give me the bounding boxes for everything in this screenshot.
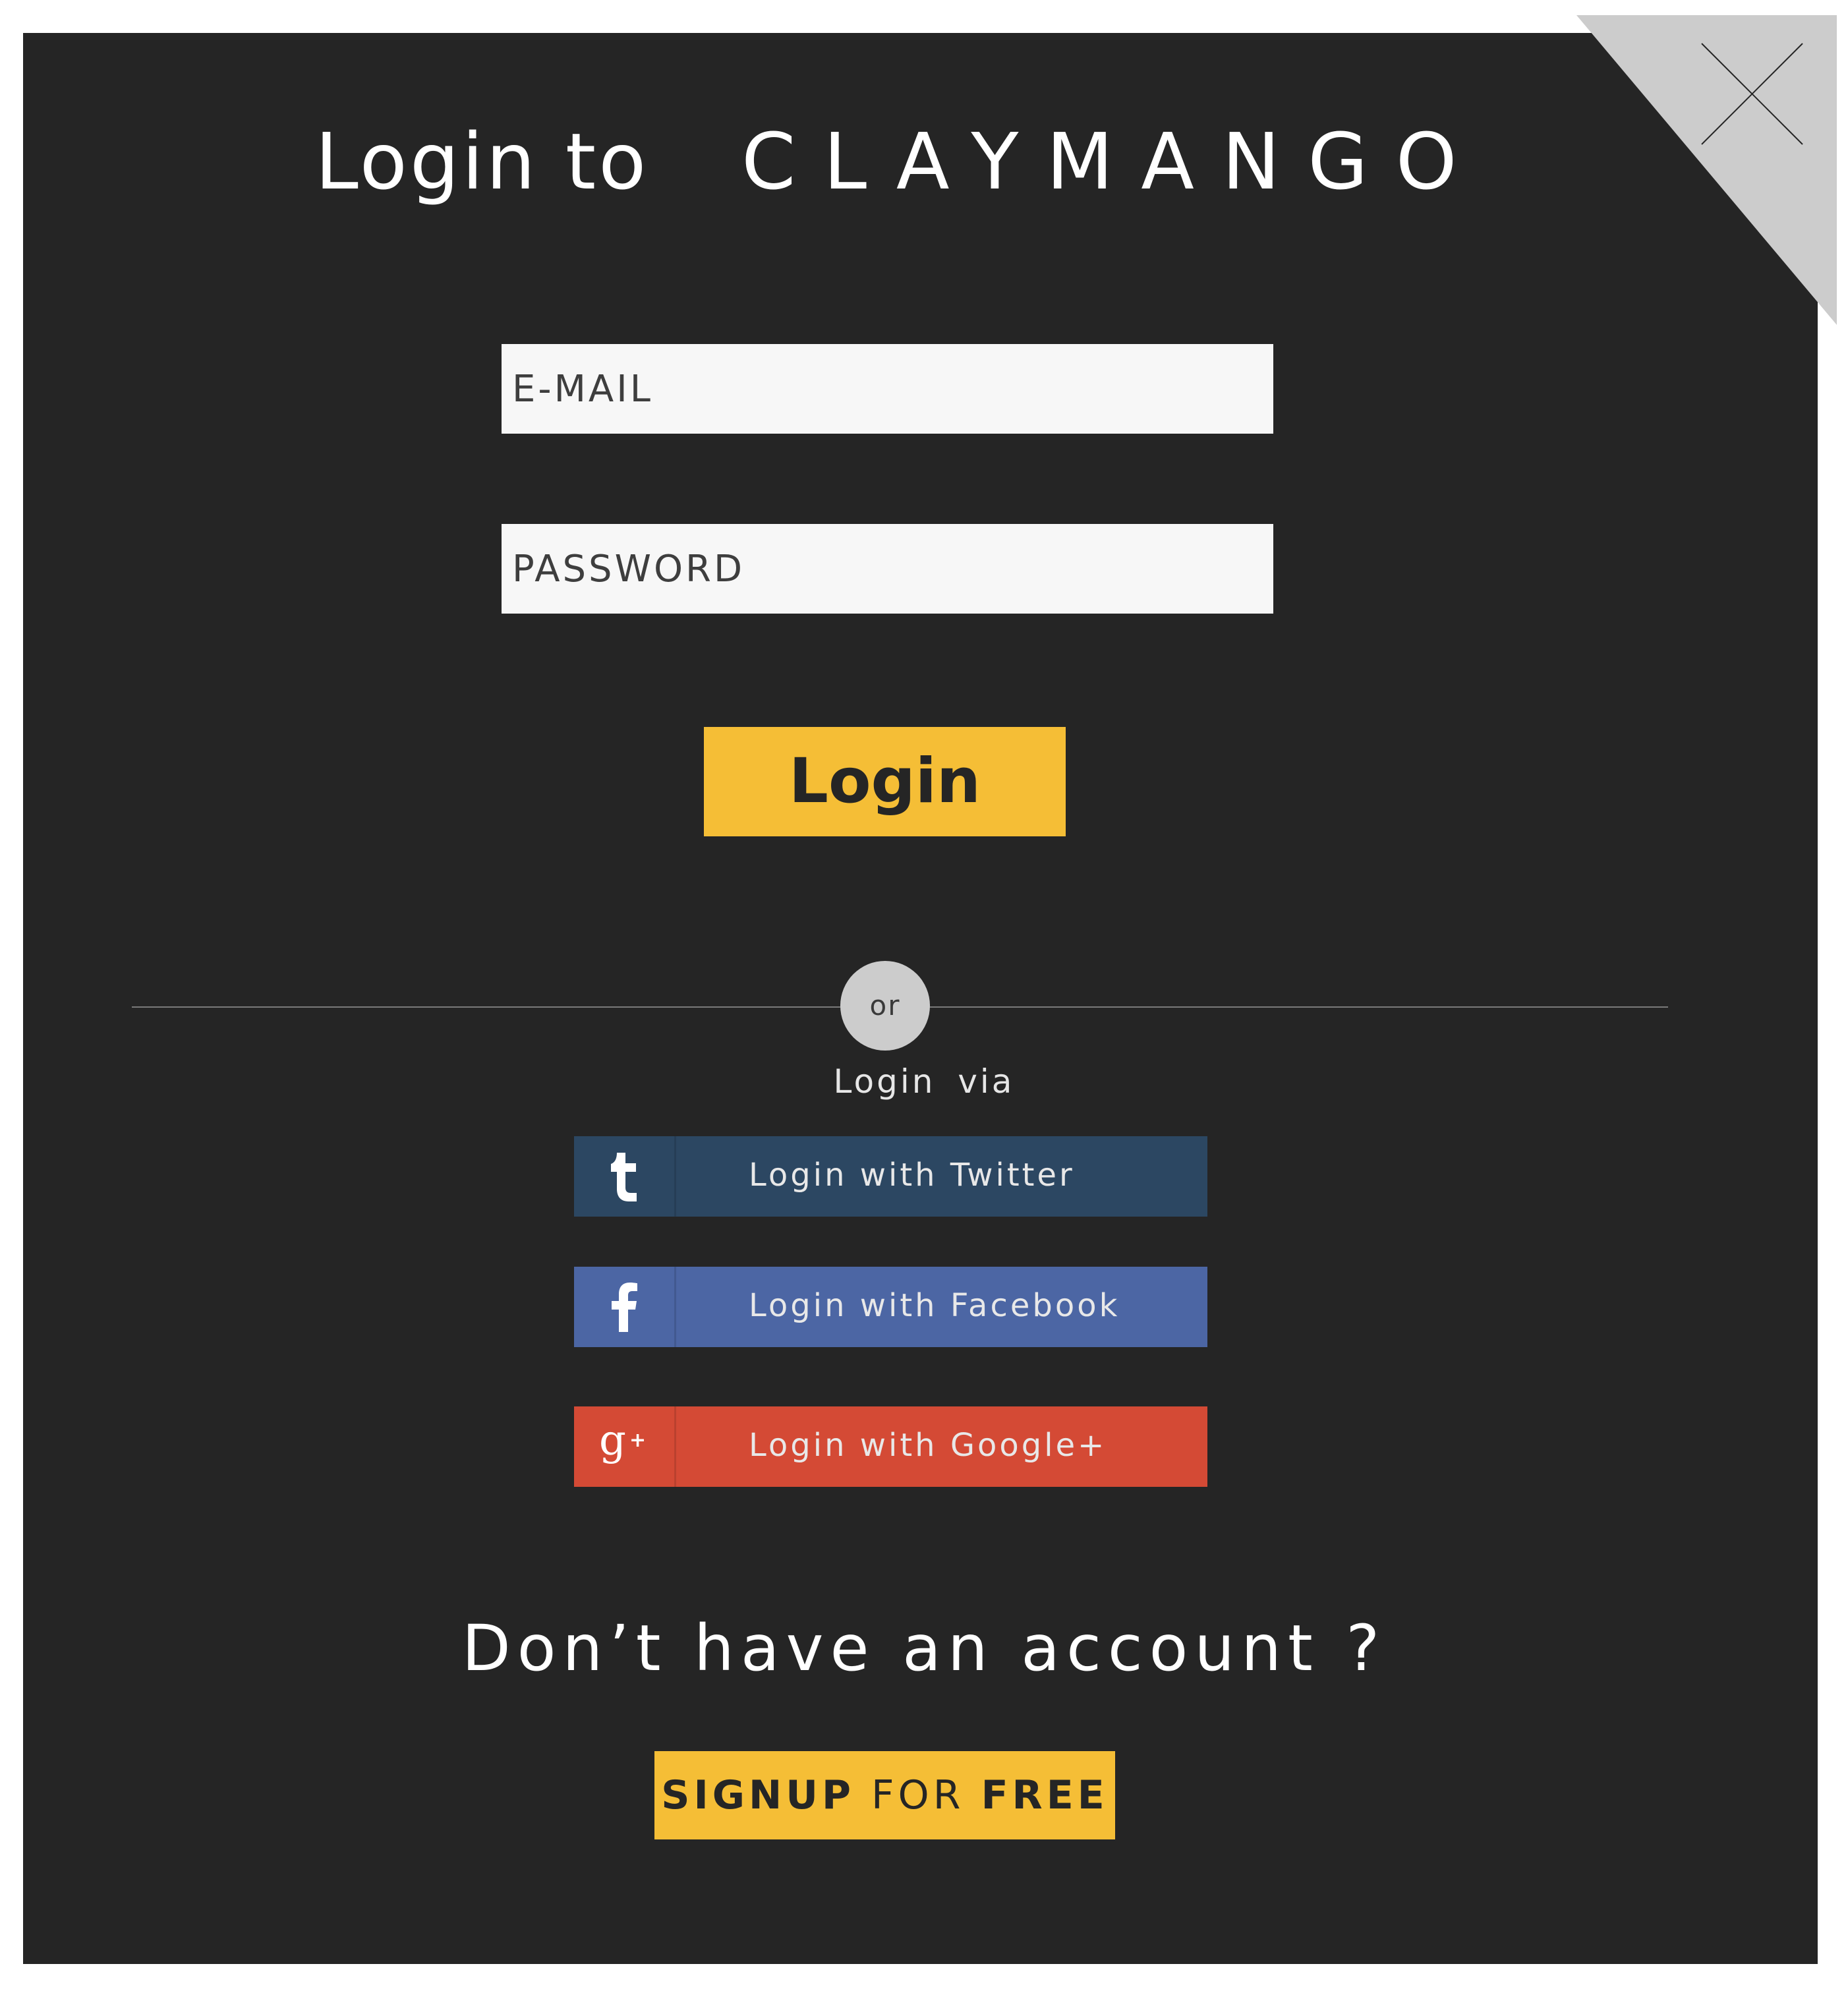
svg-text:g: g bbox=[599, 1420, 626, 1465]
google-plus-login-button[interactable]: g + Login with Google+ bbox=[574, 1406, 1207, 1487]
password-field[interactable] bbox=[502, 524, 1273, 614]
facebook-f-icon bbox=[574, 1267, 676, 1347]
title-prefix: Login to bbox=[315, 116, 649, 207]
google-plus-login-label: Login with Google+ bbox=[749, 1427, 1107, 1464]
login-via-label: Login via bbox=[833, 1062, 1015, 1101]
email-field[interactable] bbox=[502, 344, 1273, 434]
dialog-title: Login to CLAYMANGO bbox=[0, 105, 1848, 217]
login-button[interactable]: Login bbox=[704, 727, 1066, 836]
no-account-prompt: Don’t have an account ? bbox=[461, 1611, 1387, 1685]
twitter-login-label: Login with Twitter bbox=[749, 1157, 1075, 1194]
signup-free-text: FREE bbox=[981, 1772, 1109, 1818]
tumblr-t-icon bbox=[574, 1136, 676, 1217]
signup-text: SIGNUP bbox=[661, 1772, 855, 1818]
google-plus-icon: g + bbox=[574, 1406, 676, 1487]
signup-for-text: FOR bbox=[871, 1772, 965, 1818]
twitter-login-button[interactable]: Login with Twitter bbox=[574, 1136, 1207, 1217]
svg-text:+: + bbox=[629, 1429, 646, 1452]
or-badge: or bbox=[840, 961, 930, 1051]
signup-button[interactable]: SIGNUP FOR FREE bbox=[654, 1751, 1115, 1839]
facebook-login-button[interactable]: Login with Facebook bbox=[574, 1267, 1207, 1347]
facebook-login-label: Login with Facebook bbox=[749, 1287, 1120, 1324]
brand-logo-text: CLAYMANGO bbox=[741, 116, 1485, 207]
